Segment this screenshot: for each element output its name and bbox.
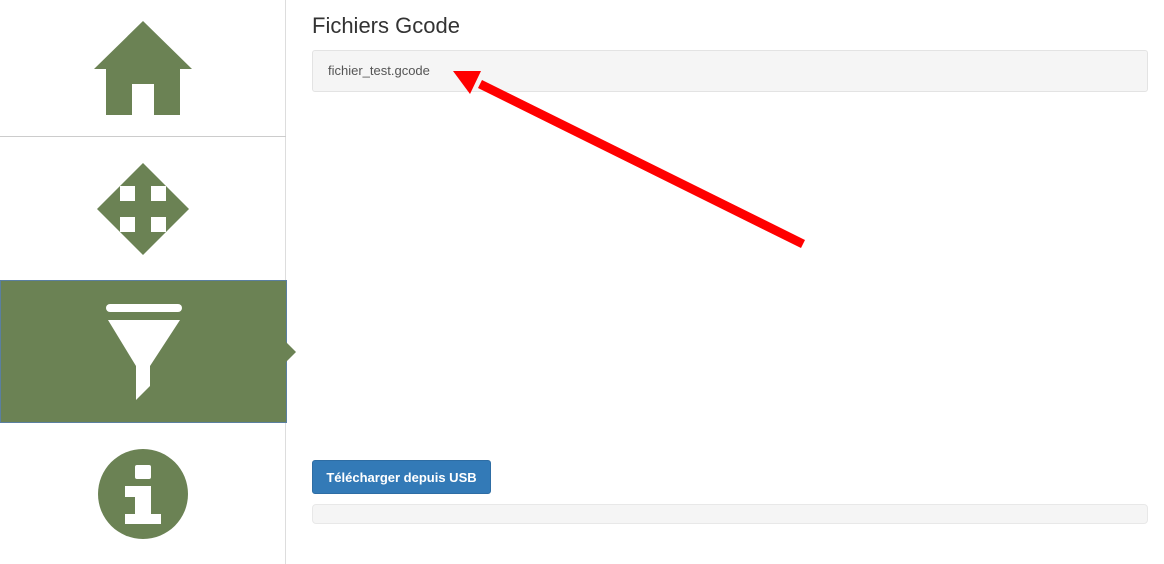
page-title: Fichiers Gcode xyxy=(312,13,460,38)
active-item-pointer xyxy=(286,342,296,362)
info-icon xyxy=(98,448,188,539)
sidebar xyxy=(0,0,296,564)
sidebar-item-info[interactable] xyxy=(0,423,286,564)
upload-progress-bar xyxy=(312,504,1148,524)
file-item[interactable]: fichier_test.gcode xyxy=(328,63,430,78)
home-icon xyxy=(94,21,192,115)
sidebar-item-home[interactable] xyxy=(0,0,286,137)
sidebar-item-filament[interactable] xyxy=(0,280,296,423)
main-content: Fichiers Gcode fichier_test.gcode Téléch… xyxy=(312,0,1148,564)
app-window: Fichiers Gcode fichier_test.gcode Téléch… xyxy=(0,0,1164,564)
gcode-file-list: fichier_test.gcode xyxy=(312,50,1148,92)
upload-usb-button[interactable]: Télécharger depuis USB xyxy=(312,460,491,494)
sidebar-item-move[interactable] xyxy=(0,137,286,280)
funnel-icon xyxy=(104,303,184,400)
move-arrows-icon xyxy=(97,162,189,255)
